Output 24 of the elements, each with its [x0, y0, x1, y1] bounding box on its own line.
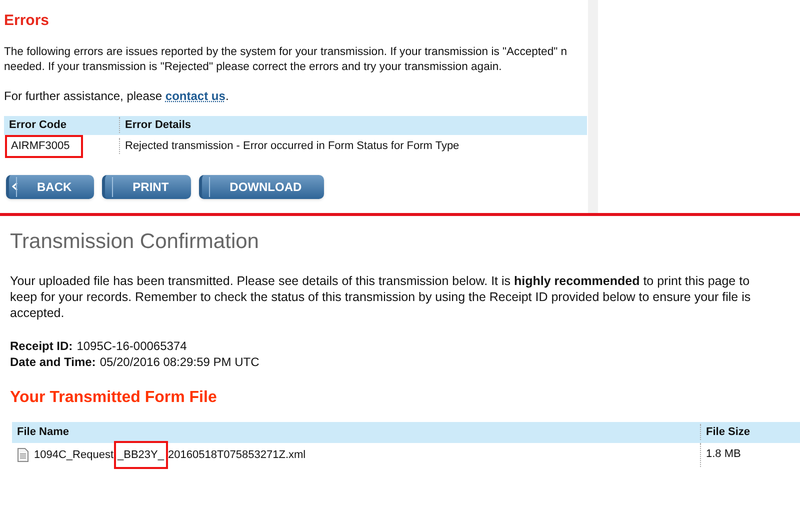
errors-title: Errors [4, 11, 50, 31]
confirmation-title: Transmission Confirmation [10, 229, 260, 255]
confirmation-message: Your uploaded file has been transmitted. Please see details of this transmission below. It is highly recommended to print this page to keep for your records. Remember to check the status of this transmission by using the Receipt ID provided below to ensure your file is accepted. [10, 272, 752, 320]
action-button[interactable]: PRINT [102, 174, 191, 198]
column-header: File Size [700, 424, 750, 440]
assistance-text: For further assistance, please contact us. [4, 88, 230, 104]
document-icon [17, 448, 29, 462]
action-button[interactable]: DOWNLOAD [198, 174, 324, 198]
detail-value: 05/20/2016 08:29:59 PM UTC [100, 354, 260, 370]
file-name: 1094C_Request _BB23Y_ 20160518T075853271Z.xml [34, 440, 306, 468]
table-cell: AIRMF3005 [5, 134, 83, 158]
back-button[interactable]: BACK [6, 174, 94, 198]
contact-link[interactable]: contact us [165, 88, 226, 102]
column-header: File Name [16, 424, 70, 440]
detail-label: Date and Time: [10, 354, 96, 370]
detail-value: 1095C-16-00065374 [76, 338, 187, 354]
section-title: Your Transmitted Form File [10, 388, 218, 408]
table-cell: 1.8 MB [700, 442, 741, 466]
column-header: Error Code [8, 118, 68, 133]
column-header: Error Details [119, 116, 192, 134]
chevron-left-icon [12, 182, 18, 190]
errors-description: The following errors are issues reported by the system for your transmission. If your transmission is "Accepted" n needed. If your transmission is "Rejected" please correct the errors and try your transmission again. [4, 44, 568, 74]
detail-label: Receipt ID: [10, 338, 73, 354]
table-cell: Rejected transmission - Error occurred in Form Status for Form Type [119, 138, 460, 154]
